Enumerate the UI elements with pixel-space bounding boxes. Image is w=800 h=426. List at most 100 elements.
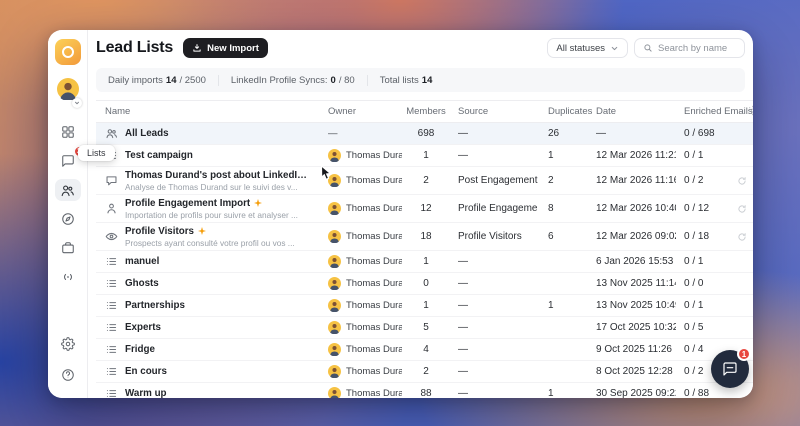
table-body: All Leads —698—26—0 / 698 Test campaign Tho… (96, 123, 753, 398)
sidebar-item-messages[interactable]: 2 (55, 146, 85, 172)
date-cell: 17 Oct 2025 10:32 (596, 322, 676, 333)
members-cell: 1 (423, 300, 429, 311)
members-cell: 1 (423, 256, 429, 267)
members-cell: 12 (420, 203, 432, 214)
table-row[interactable]: All Leads — 698 — 26 — 0 / 698 (96, 123, 753, 145)
table-row[interactable]: Thomas Durand's post about LinkedIn prof… (96, 167, 753, 195)
owner-cell: Thomas Durand (320, 299, 402, 312)
table-row[interactable]: En coursThomas Durand2—8 Oct 2025 12:280… (96, 361, 753, 383)
owner-cell: Thomas Durand (320, 365, 402, 378)
sidebar-item-dashboard[interactable] (55, 121, 81, 143)
table-row[interactable]: Profile Engagement Import Importation de … (96, 195, 753, 223)
owner-name: Thomas Durand (346, 344, 402, 355)
sidebar-bottom (55, 333, 81, 386)
sidebar-nav: 2 (54, 121, 85, 288)
duplicates-cell: 1 (548, 300, 554, 311)
owner-avatar (328, 255, 341, 268)
list-name-cell: Warm up (96, 387, 320, 398)
date-cell: 6 Jan 2026 15:53 (596, 256, 674, 267)
sidebar-item-workspace[interactable] (55, 237, 81, 259)
owner-name: Thomas Durand (346, 322, 402, 333)
list-name: Experts (125, 322, 161, 333)
avatar-image (56, 78, 79, 101)
col-members[interactable]: Members (402, 106, 450, 117)
sidebar-item-settings[interactable] (55, 333, 81, 355)
source-cell: Post Engagement (458, 175, 538, 186)
list-icon (105, 255, 118, 268)
app-window: 2 (48, 30, 753, 398)
table-row[interactable]: Test campaign Thomas Durand 1 — 1 12 Mar 2026… (96, 145, 753, 167)
table-row[interactable]: Warm up Thomas Durand 88 — 1 30 Sep 2025 09:2… (96, 383, 753, 398)
owner-cell: Thomas Durand (320, 202, 402, 215)
import-download-icon (193, 44, 201, 52)
list-name-cell: Partnerships (96, 299, 320, 312)
main-area: Lead Lists New Import All statuses Searc… (88, 30, 753, 398)
members-cell: 1 (423, 150, 429, 161)
sidebar-item-lists[interactable] (54, 179, 81, 201)
source-cell: — (458, 128, 468, 139)
topbar: Lead Lists New Import All statuses (88, 30, 753, 66)
owner-avatar (328, 321, 341, 334)
search-input[interactable] (658, 42, 736, 54)
table-row[interactable]: Experts Thomas Durand 5 — 17 Oct 2025 10:32 0… (96, 317, 753, 339)
list-name: Profile Visitors (125, 225, 194, 237)
table-row[interactable]: manuel Thomas Durand 1 — 6 Jan 2026 15:53 0 /… (96, 251, 753, 273)
enriched-cell: 0 / 88 (684, 388, 710, 398)
duplicates-cell: 2 (548, 175, 554, 186)
date-cell: 30 Sep 2025 09:22 (596, 388, 676, 398)
status-filter-select[interactable]: All statuses (547, 38, 628, 58)
lists-tooltip: Lists (78, 145, 115, 161)
col-enriched-emails[interactable]: Enriched Emails (676, 106, 753, 117)
members-cell: 698 (417, 128, 435, 139)
owner-cell: Thomas Durand (320, 277, 402, 290)
list-name-cell: Profile Visitors Prospects ayant consulté… (96, 226, 320, 248)
owner-name: Thomas Durand (346, 256, 402, 267)
people-icon (105, 127, 118, 140)
app-logo-icon[interactable] (54, 39, 81, 65)
date-cell: 12 Mar 2026 11:21 (596, 150, 676, 161)
source-cell: Profile Visitors (458, 231, 522, 242)
table-row[interactable]: Ghosts Thomas Durand 0 — 13 Nov 2025 11:14 0 … (96, 273, 753, 295)
list-name-cell: Thomas Durand's post about LinkedIn prof… (96, 170, 320, 192)
search-box[interactable] (634, 38, 745, 58)
list-subtitle: Importation de profils pour suivre et an… (125, 209, 298, 220)
compass-icon (61, 213, 74, 225)
chat-icon (723, 362, 737, 376)
owner-avatar (328, 149, 341, 162)
list-name: Thomas Durand's post about LinkedIn prof… (125, 169, 310, 181)
sidebar-item-help[interactable] (55, 364, 81, 386)
owner-name: — (328, 128, 338, 139)
new-import-button[interactable]: New Import (183, 38, 268, 58)
owner-cell: Thomas Durand (320, 321, 402, 334)
column-settings-gear-icon[interactable] (747, 105, 753, 119)
list-name: Partnerships (125, 300, 185, 311)
source-cell: — (458, 366, 468, 377)
col-source[interactable]: Source (450, 106, 538, 117)
user-avatar[interactable] (56, 78, 82, 108)
sidebar: 2 (48, 30, 88, 398)
duplicates-cell: 6 (548, 231, 554, 242)
date-cell: — (596, 128, 606, 139)
support-chat-button[interactable]: 1 (711, 347, 751, 388)
eye-icon (105, 230, 118, 243)
list-subtitle: Prospects ayant consulté votre profil ou… (125, 237, 295, 248)
list-name: Test campaign (125, 150, 193, 161)
list-name: Warm up (125, 388, 167, 398)
col-duplicates[interactable]: Duplicates (538, 106, 592, 117)
col-name[interactable]: Name (96, 106, 320, 117)
table-row[interactable]: Profile Visitors Prospects ayant consulté… (96, 223, 753, 251)
col-date[interactable]: Date (588, 106, 676, 117)
sidebar-item-broadcast[interactable] (55, 266, 81, 288)
owner-avatar (328, 299, 341, 312)
table-row[interactable]: Partnerships Thomas Durand 1 — 1 13 Nov 2025 … (96, 295, 753, 317)
source-cell: — (458, 344, 468, 355)
table-row[interactable]: FridgeThomas Durand4—9 Oct 2025 11:260 /… (96, 339, 753, 361)
sidebar-item-explore[interactable] (55, 208, 81, 230)
chat-icon (105, 174, 118, 187)
col-owner[interactable]: Owner (320, 106, 402, 117)
list-name-cell: Experts (96, 321, 320, 334)
list-name: Profile Engagement Import (125, 197, 251, 209)
owner-avatar (328, 174, 341, 187)
list-name: En cours (125, 366, 167, 377)
owner-avatar (328, 277, 341, 290)
